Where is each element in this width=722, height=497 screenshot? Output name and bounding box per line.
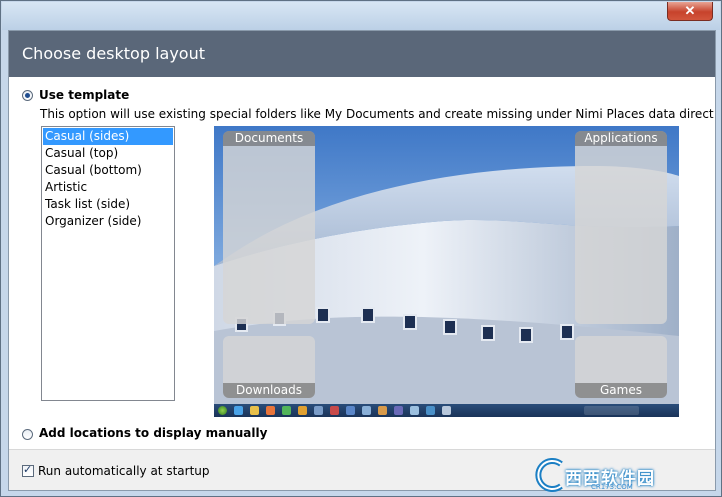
close-icon: ✕: [684, 3, 696, 18]
list-item-task-list-side[interactable]: Task list (side): [43, 196, 173, 213]
list-item-casual-sides[interactable]: Casual (sides): [43, 128, 173, 145]
list-item-organizer-side[interactable]: Organizer (side): [43, 213, 173, 230]
zone-games-label: Games: [575, 383, 667, 398]
window-frame: ✕ Choose desktop layout Use template Thi…: [0, 0, 722, 497]
title-bar: [2, 2, 720, 30]
zone-downloads-label: Downloads: [223, 383, 315, 398]
zone-documents: Documents: [223, 131, 315, 324]
app-icon: [442, 406, 451, 415]
template-description: This option will use existing special fo…: [40, 107, 714, 121]
app-icon: [394, 406, 403, 415]
zone-applications: Applications: [575, 131, 667, 324]
media-icon: [266, 406, 275, 415]
chrome-icon: [282, 406, 291, 415]
app-icon: [314, 406, 323, 415]
manual-locations-label[interactable]: Add locations to display manually: [39, 426, 267, 440]
watermark-logo: 西西软件园 CR173.COM: [531, 458, 709, 492]
app-icon: [426, 406, 435, 415]
layout-list[interactable]: Casual (sides) Casual (top) Casual (bott…: [41, 126, 175, 401]
zone-documents-label: Documents: [223, 131, 315, 146]
use-template-radio[interactable]: [22, 90, 33, 101]
startup-label[interactable]: Run automatically at startup: [38, 464, 210, 478]
ie-icon: [234, 406, 243, 415]
list-item-artistic[interactable]: Artistic: [43, 179, 173, 196]
app-icon: [378, 406, 387, 415]
app-icon: [362, 406, 371, 415]
page-header: Choose desktop layout: [9, 31, 715, 77]
folder-icon: [250, 406, 259, 415]
firefox-icon: [298, 406, 307, 415]
watermark-subtext: CR173.COM: [591, 483, 633, 491]
use-template-label[interactable]: Use template: [39, 88, 129, 102]
manual-locations-radio[interactable]: [22, 429, 33, 440]
list-item-casual-top[interactable]: Casual (top): [43, 145, 173, 162]
zone-games: Games: [575, 336, 667, 398]
app-icon: [330, 406, 339, 415]
list-item-casual-bottom[interactable]: Casual (bottom): [43, 162, 173, 179]
layout-preview: Documents Applications Downloads Games: [214, 126, 679, 417]
app-icon: [410, 406, 419, 415]
page-title: Choose desktop layout: [22, 44, 205, 63]
tray-icons: [584, 406, 639, 415]
preview-taskbar: [214, 404, 679, 417]
start-orb-icon: [218, 406, 227, 415]
app-icon: [346, 406, 355, 415]
dialog-content: Choose desktop layout Use template This …: [8, 30, 716, 491]
zone-applications-label: Applications: [575, 131, 667, 146]
zone-downloads: Downloads: [223, 336, 315, 398]
startup-checkbox[interactable]: [22, 463, 34, 477]
close-button[interactable]: ✕: [667, 2, 713, 21]
